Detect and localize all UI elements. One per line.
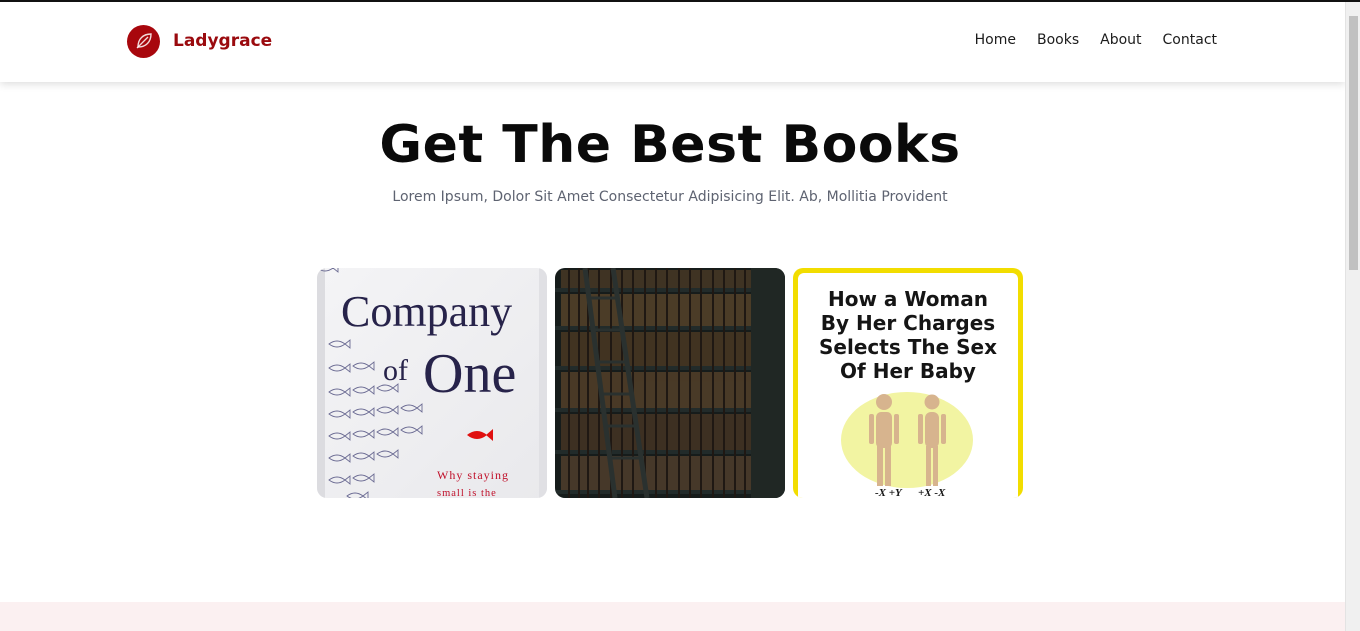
next-section-band	[0, 602, 1345, 631]
book-card-how-a-woman[interactable]: How a Woman By Her Charges Selects The S…	[793, 268, 1023, 498]
cover-title-line2: One	[423, 343, 516, 405]
book-card-library[interactable]	[555, 268, 785, 498]
page: Ladygrace Home Books About Contact Get T…	[0, 2, 1345, 631]
book-cover-company-of-one: Company of One Why staying small is the	[317, 268, 547, 498]
brand-name: Ladygrace	[173, 31, 273, 51]
cover-line2: By Her Charges	[821, 311, 995, 335]
cover-title-of: of	[383, 354, 408, 387]
yellow-ellipse	[841, 392, 973, 488]
library-shelves-image	[555, 268, 785, 498]
cover-line3: Selects The Sex	[819, 335, 997, 359]
nav-books[interactable]: Books	[1037, 32, 1079, 48]
cover-label-right: +X -X	[918, 487, 946, 498]
navbar: Ladygrace Home Books About Contact	[0, 2, 1345, 82]
cover-tagline1: Why staying	[437, 468, 509, 482]
cover-label-left: -X +Y	[875, 487, 903, 498]
leaf-icon	[127, 24, 160, 58]
cover-tagline2: small is the	[437, 488, 497, 498]
hero-subtitle: Lorem Ipsum, Dolor Sit Amet Consectetur …	[392, 189, 948, 205]
hero-title: Get The Best Books	[379, 115, 961, 175]
cover-line4: Of Her Baby	[840, 359, 976, 383]
scrollbar-thumb[interactable]	[1349, 16, 1358, 270]
book-cover-how-a-woman: How a Woman By Her Charges Selects The S…	[793, 268, 1023, 498]
cover-line1: How a Woman	[828, 287, 988, 311]
nav-about[interactable]: About	[1100, 32, 1141, 48]
book-gallery: Company of One Why staying small is the …	[317, 268, 1023, 498]
cover-title-line1: Company	[341, 287, 512, 336]
main-nav: Home Books About Contact	[954, 32, 1217, 48]
brand-link[interactable]: Ladygrace	[127, 24, 272, 58]
page-scrollbar[interactable]	[1345, 2, 1360, 631]
book-card-company-of-one[interactable]: Company of One Why staying small is the	[317, 268, 547, 498]
nav-home[interactable]: Home	[975, 32, 1016, 48]
nav-contact[interactable]: Contact	[1163, 32, 1217, 48]
